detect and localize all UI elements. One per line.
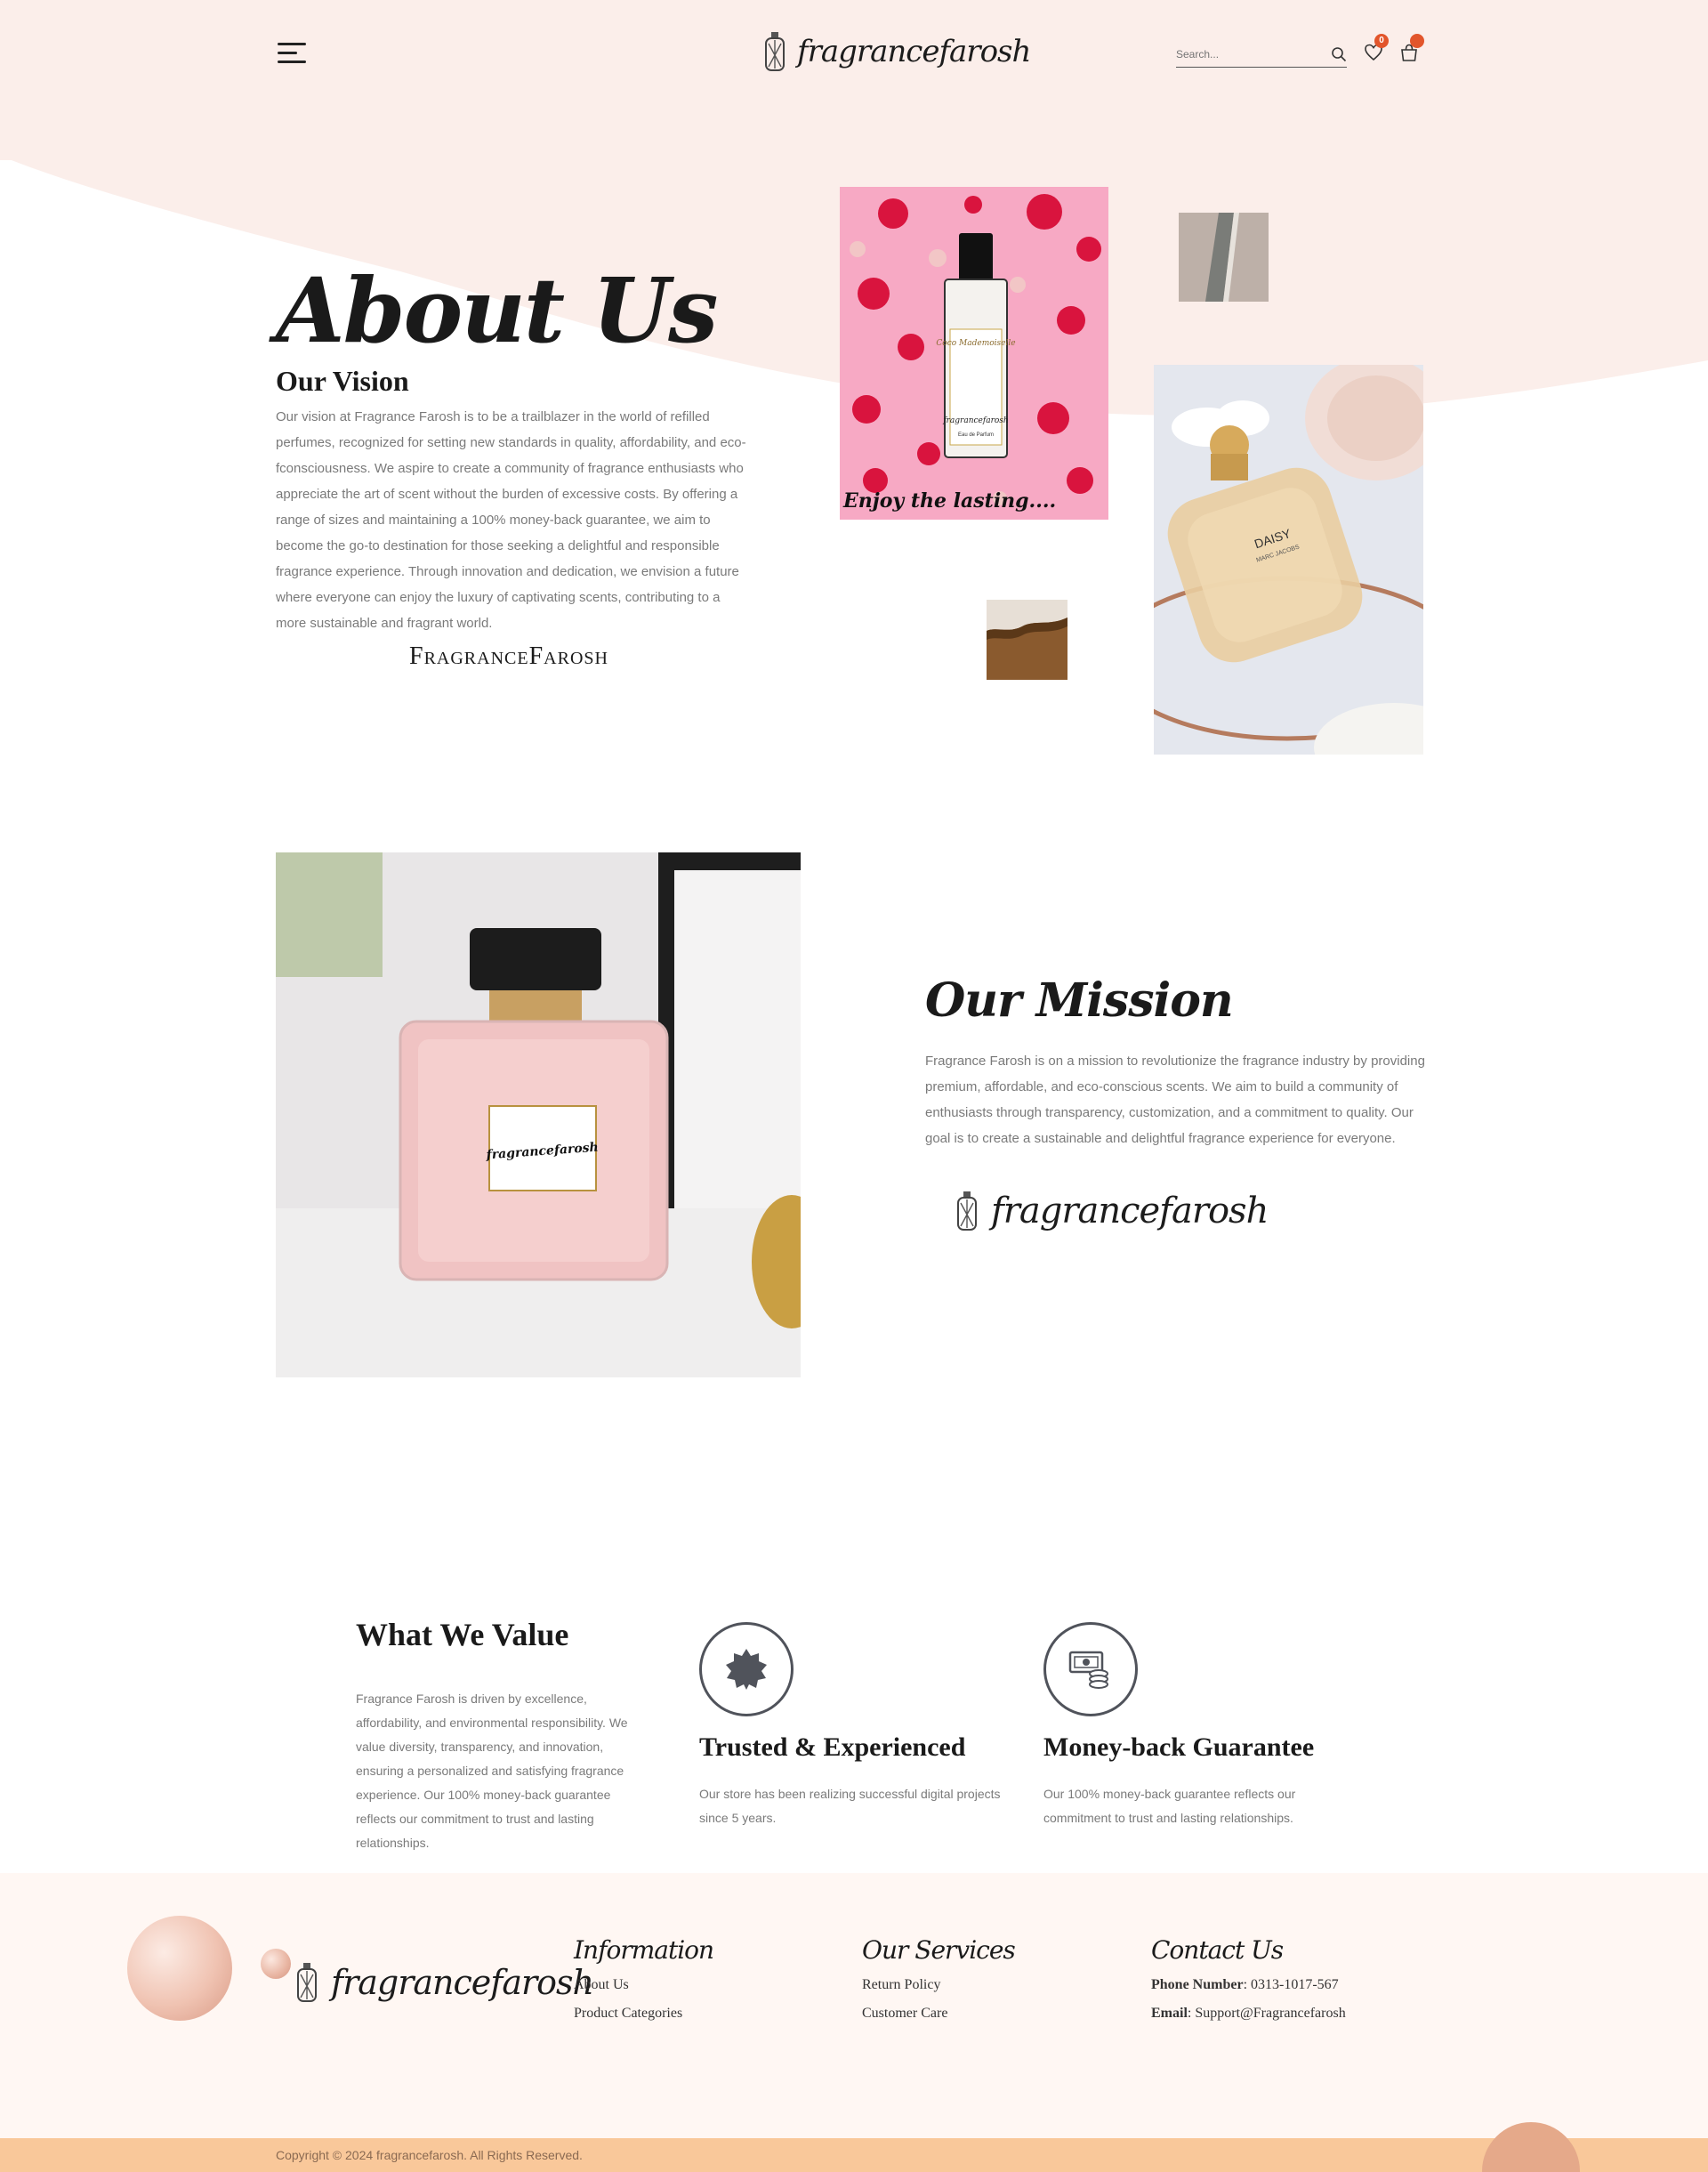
wishlist-button[interactable]: 0: [1364, 34, 1389, 62]
site-footer: fragrancefarosh Information About Us Pro…: [0, 1873, 1708, 2138]
feature-trusted: Trusted & Experienced Our store has been…: [699, 1622, 1011, 1830]
email-label: Email: [1151, 2006, 1188, 2021]
menu-icon[interactable]: [278, 43, 306, 64]
footer-column-title: Contact Us: [1151, 1935, 1284, 1965]
logo-text: fragrancefarosh: [797, 34, 1031, 69]
badge-icon: [699, 1622, 794, 1716]
contact-email: Email: Support@Fragrancefarosh: [1151, 2006, 1346, 2021]
site-logo[interactable]: fragrancefarosh: [763, 27, 1031, 77]
mission-perfume-illustration: fragrancefarosh: [276, 852, 801, 1377]
values-paragraph: Fragrance Farosh is driven by excellence…: [356, 1692, 628, 1850]
footer-link-product-categories[interactable]: Product Categories: [574, 2006, 713, 2022]
footer-column-title: Information: [574, 1935, 714, 1965]
decor-small-image: [1179, 213, 1269, 302]
coco-mademoiselle-illustration: Coco Mademoiselle fragrancefarosh Eau de…: [840, 187, 1108, 520]
copyright-bar: Copyright © 2024 fragrancefarosh. All Ri…: [0, 2138, 1708, 2172]
phone-value[interactable]: 0313-1017-567: [1251, 1977, 1339, 1992]
pink-label-brand: fragrancefarosh: [942, 416, 1008, 425]
footer-column-title: Our Services: [862, 1935, 1016, 1965]
daisy-perfume-illustration: DAISY MARC JACOBS: [1154, 365, 1423, 755]
email-value[interactable]: Support@Fragrancefarosh: [1195, 2006, 1345, 2021]
cart-count-badge: [1410, 34, 1424, 48]
footer-services: Our Services Return Policy Customer Care: [862, 1935, 1016, 2034]
brand-signature: FragranceFarosh: [409, 642, 608, 670]
site-header: fragrancefarosh 0: [0, 0, 1708, 160]
feature-money-back: Money-back Guarantee Our 100% money-back…: [1043, 1622, 1355, 1830]
coco-mademoiselle-image: Coco Mademoiselle fragrancefarosh Eau de…: [840, 187, 1108, 520]
money-icon: [1043, 1622, 1138, 1716]
search-input[interactable]: [1176, 43, 1318, 61]
perfume-bottle-icon: [297, 1963, 317, 2002]
footer-link-customer-care[interactable]: Customer Care: [862, 2006, 1015, 2022]
perfume-bottle-icon: [957, 1191, 977, 1231]
contact-phone: Phone Number: 0313-1017-567: [1151, 1977, 1339, 1992]
vision-heading: Our Vision: [276, 365, 409, 397]
pink-label-name: Coco Mademoiselle: [936, 339, 1015, 348]
page-title: About Us: [276, 258, 718, 363]
mission-heading: Our Mission: [925, 973, 1234, 1028]
search-icon[interactable]: [1331, 46, 1347, 62]
decor-sand-illustration: [987, 600, 1068, 680]
decor-sand-image: [987, 600, 1068, 680]
footer-logo-text: fragrancefarosh: [331, 1963, 594, 2002]
feature-title: Trusted & Experienced: [699, 1732, 966, 1762]
perfume-bottle-icon: [765, 32, 785, 71]
decor-ball-small: [261, 1949, 291, 1979]
mission-logo-text: fragrancefarosh: [991, 1191, 1269, 1231]
feature-text: Our store has been realizing successful …: [699, 1787, 1001, 1825]
footer-contact: Contact Us Phone Number: 0313-1017-567 E…: [1151, 1935, 1346, 2034]
wishlist-count-badge: 0: [1374, 34, 1389, 48]
pink-caption: Enjoy the lasting....: [842, 489, 1056, 513]
footer-link-about-us[interactable]: About Us: [574, 1977, 713, 1993]
feature-title: Money-back Guarantee: [1043, 1732, 1315, 1762]
pink-label-type: Eau de Parfum: [958, 432, 994, 438]
values-heading: What We Value: [356, 1617, 569, 1652]
mission-logo: fragrancefarosh: [955, 1191, 1269, 1231]
cart-button[interactable]: [1399, 34, 1424, 62]
decor-small-illustration: [1179, 213, 1269, 302]
footer-logo[interactable]: fragrancefarosh: [295, 1962, 594, 2003]
feature-text: Our 100% money-back guarantee reflects o…: [1043, 1787, 1296, 1825]
copyright-text: Copyright © 2024 fragrancefarosh. All Ri…: [276, 2148, 583, 2162]
footer-information: Information About Us Product Categories: [574, 1935, 714, 2034]
daisy-perfume-image: DAISY MARC JACOBS: [1154, 365, 1423, 755]
vision-paragraph: Our vision at Fragrance Farosh is to be …: [276, 409, 746, 631]
search-bar: [1176, 43, 1347, 68]
decor-ball-large: [127, 1916, 232, 2021]
mission-perfume-image: fragrancefarosh: [276, 852, 801, 1377]
phone-label: Phone Number: [1151, 1977, 1244, 1992]
footer-link-return-policy[interactable]: Return Policy: [862, 1977, 1015, 1993]
mission-paragraph: Fragrance Farosh is on a mission to revo…: [925, 1054, 1425, 1146]
